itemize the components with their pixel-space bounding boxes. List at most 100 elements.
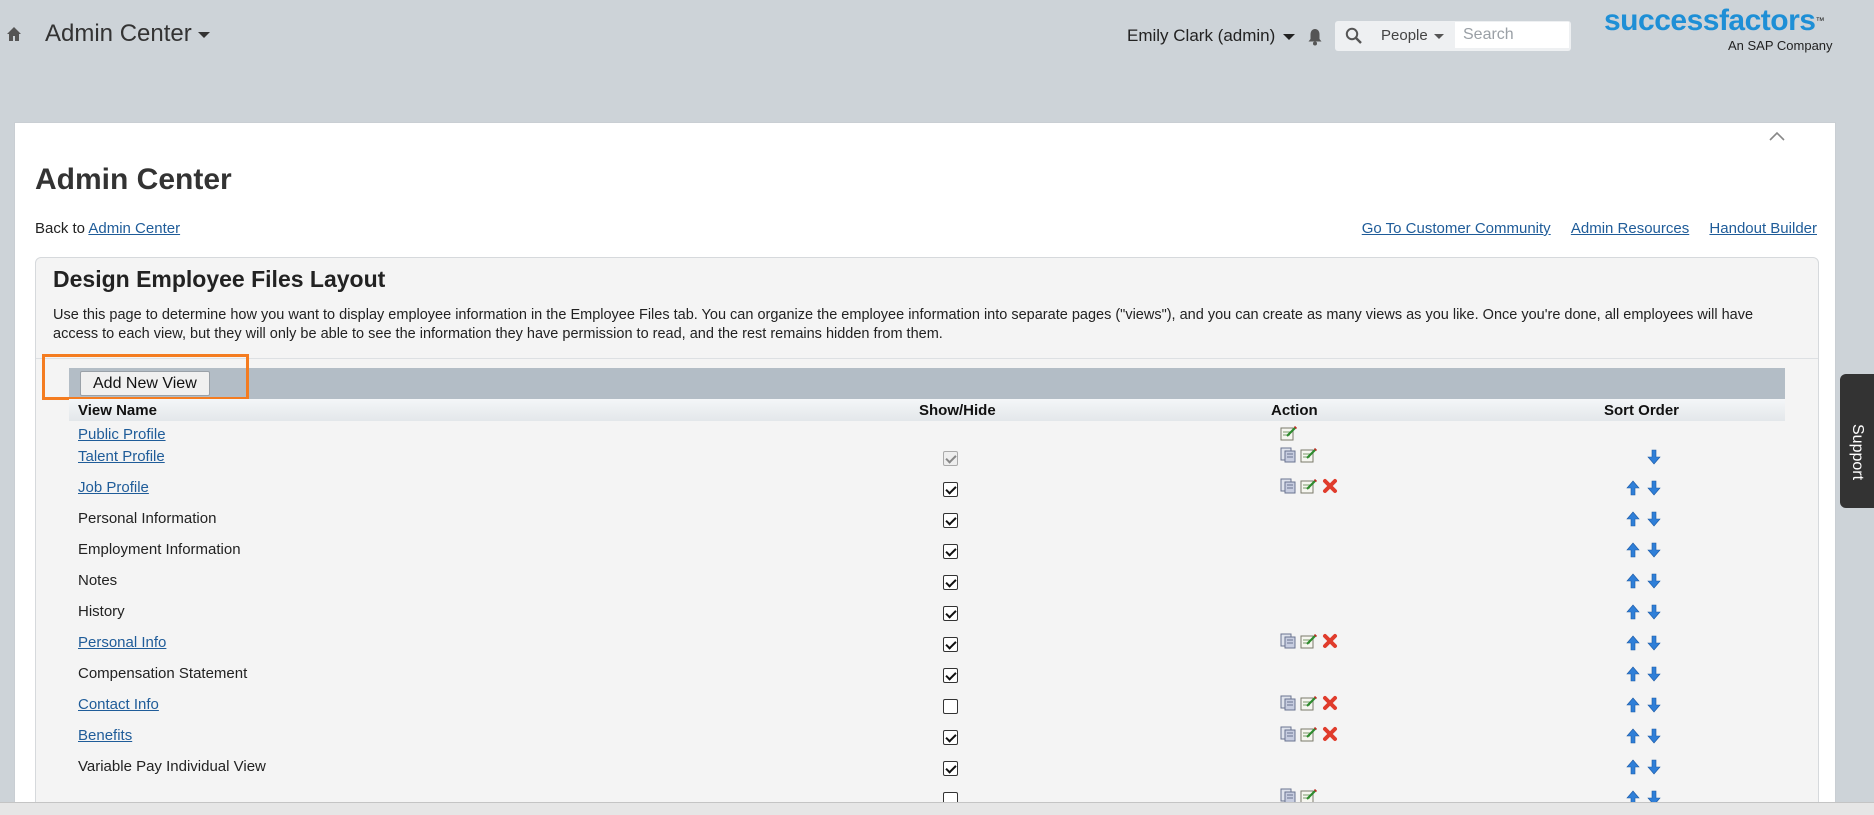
- arrow-up-icon[interactable]: [1626, 511, 1647, 528]
- show-hide-checkbox[interactable]: [943, 637, 958, 652]
- edit-icon[interactable]: [1300, 695, 1322, 712]
- arrow-up-icon[interactable]: [1626, 480, 1647, 497]
- admin-resources-link[interactable]: Admin Resources: [1571, 220, 1689, 237]
- arrow-down-icon[interactable]: [1647, 480, 1668, 497]
- view-name-link[interactable]: Benefits: [78, 727, 132, 744]
- chevron-up-icon[interactable]: [1769, 131, 1785, 141]
- arrow-up-icon[interactable]: [1626, 666, 1647, 683]
- arrow-down-icon[interactable]: [1647, 542, 1668, 559]
- row-actions: [1280, 447, 1322, 465]
- arrow-down-icon[interactable]: [1647, 697, 1668, 714]
- show-hide-checkbox[interactable]: [943, 513, 958, 528]
- top-header: Admin Center Emily Clark (admin) People …: [0, 0, 1874, 102]
- arrow-up-icon[interactable]: [1626, 728, 1647, 745]
- logo-text-factors: factors: [1718, 4, 1816, 37]
- edit-icon[interactable]: [1280, 425, 1302, 442]
- edit-icon[interactable]: [1300, 726, 1322, 743]
- copy-icon[interactable]: [1280, 633, 1300, 650]
- support-tab[interactable]: Support: [1840, 374, 1874, 508]
- row-actions: [1280, 633, 1342, 651]
- logo-subtitle: An SAP Company: [1728, 38, 1833, 53]
- go-to-customer-community-link[interactable]: Go To Customer Community: [1362, 220, 1551, 237]
- show-hide-checkbox[interactable]: [943, 730, 958, 745]
- chevron-down-icon: [1283, 33, 1296, 40]
- arrow-up-icon[interactable]: [1626, 573, 1647, 590]
- col-sort-order: Sort Order: [1604, 402, 1680, 419]
- search-icon[interactable]: [1345, 27, 1363, 45]
- sort-controls: [1626, 511, 1668, 527]
- arrow-down-icon[interactable]: [1647, 449, 1668, 466]
- arrow-down-icon[interactable]: [1647, 635, 1668, 652]
- col-show-hide: Show/Hide: [919, 402, 996, 419]
- table-row: Benefits: [69, 722, 1785, 753]
- logo-text-success: success: [1604, 4, 1719, 37]
- view-name-link[interactable]: Public Profile: [78, 426, 166, 443]
- arrow-up-icon[interactable]: [1626, 635, 1647, 652]
- sort-controls: [1626, 604, 1668, 620]
- arrow-down-icon[interactable]: [1647, 604, 1668, 621]
- table-header: View Name Show/Hide Action Sort Order: [69, 399, 1785, 421]
- show-hide-checkbox[interactable]: [943, 668, 958, 683]
- handout-builder-link[interactable]: Handout Builder: [1709, 220, 1817, 237]
- section-title: Design Employee Files Layout: [53, 266, 386, 292]
- show-hide-checkbox[interactable]: [943, 575, 958, 590]
- sort-controls: [1626, 480, 1668, 496]
- delete-icon[interactable]: [1322, 726, 1342, 743]
- copy-icon[interactable]: [1280, 447, 1300, 464]
- sort-controls: [1626, 542, 1668, 558]
- copy-icon[interactable]: [1280, 695, 1300, 712]
- top-links: Go To Customer Community Admin Resources…: [1346, 220, 1817, 237]
- view-name-link[interactable]: Talent Profile: [78, 448, 165, 465]
- sort-controls: [1626, 573, 1668, 589]
- view-name-link[interactable]: Contact Info: [78, 696, 159, 713]
- design-layout-section: Design Employee Files Layout Use this pa…: [35, 257, 1819, 813]
- search-scope-dropdown[interactable]: People: [1381, 27, 1444, 44]
- user-menu[interactable]: Emily Clark (admin): [1127, 26, 1296, 46]
- sort-controls: [1626, 666, 1668, 682]
- show-hide-checkbox[interactable]: [943, 544, 958, 559]
- arrow-down-icon[interactable]: [1647, 573, 1668, 590]
- view-name: Employment Information: [78, 541, 241, 558]
- table-row: Compensation Statement: [69, 660, 1785, 691]
- views-table: View Name Show/Hide Action Sort Order Pu…: [69, 399, 1785, 813]
- logo-tm: ™: [1815, 15, 1825, 26]
- view-name: Compensation Statement: [78, 665, 248, 682]
- show-hide-checkbox[interactable]: [943, 482, 958, 497]
- add-new-view-button[interactable]: Add New View: [80, 371, 210, 396]
- arrow-up-icon[interactable]: [1626, 542, 1647, 559]
- col-view-name: View Name: [78, 402, 157, 419]
- copy-icon[interactable]: [1280, 478, 1300, 495]
- app-title: Admin Center: [45, 20, 192, 47]
- delete-icon[interactable]: [1322, 478, 1342, 495]
- show-hide-checkbox[interactable]: [943, 606, 958, 621]
- edit-icon[interactable]: [1300, 478, 1322, 495]
- copy-icon[interactable]: [1280, 726, 1300, 743]
- arrow-up-icon[interactable]: [1626, 697, 1647, 714]
- arrow-down-icon[interactable]: [1647, 728, 1668, 745]
- show-hide-checkbox[interactable]: [943, 761, 958, 776]
- back-to-admin-center-link[interactable]: Admin Center: [88, 220, 180, 237]
- view-name: History: [78, 603, 125, 620]
- app-title-menu[interactable]: Admin Center: [45, 20, 210, 48]
- home-icon[interactable]: [6, 26, 22, 42]
- horizontal-scrollbar[interactable]: [0, 802, 1874, 815]
- arrow-down-icon[interactable]: [1647, 759, 1668, 776]
- delete-icon[interactable]: [1322, 695, 1342, 712]
- arrow-up-icon[interactable]: [1626, 604, 1647, 621]
- search-scope-label: People: [1381, 27, 1428, 44]
- edit-icon[interactable]: [1300, 447, 1322, 464]
- arrow-down-icon[interactable]: [1647, 511, 1668, 528]
- table-row: Notes: [69, 567, 1785, 598]
- bell-icon[interactable]: [1307, 28, 1323, 46]
- search-input[interactable]: [1455, 22, 1569, 48]
- back-prefix: Back to: [35, 220, 86, 237]
- back-line: Back to Admin Center: [35, 220, 180, 237]
- sort-controls: [1626, 728, 1668, 744]
- show-hide-checkbox[interactable]: [943, 699, 958, 714]
- arrow-up-icon[interactable]: [1626, 759, 1647, 776]
- view-name-link[interactable]: Personal Info: [78, 634, 166, 651]
- delete-icon[interactable]: [1322, 633, 1342, 650]
- view-name-link[interactable]: Job Profile: [78, 479, 149, 496]
- arrow-down-icon[interactable]: [1647, 666, 1668, 683]
- edit-icon[interactable]: [1300, 633, 1322, 650]
